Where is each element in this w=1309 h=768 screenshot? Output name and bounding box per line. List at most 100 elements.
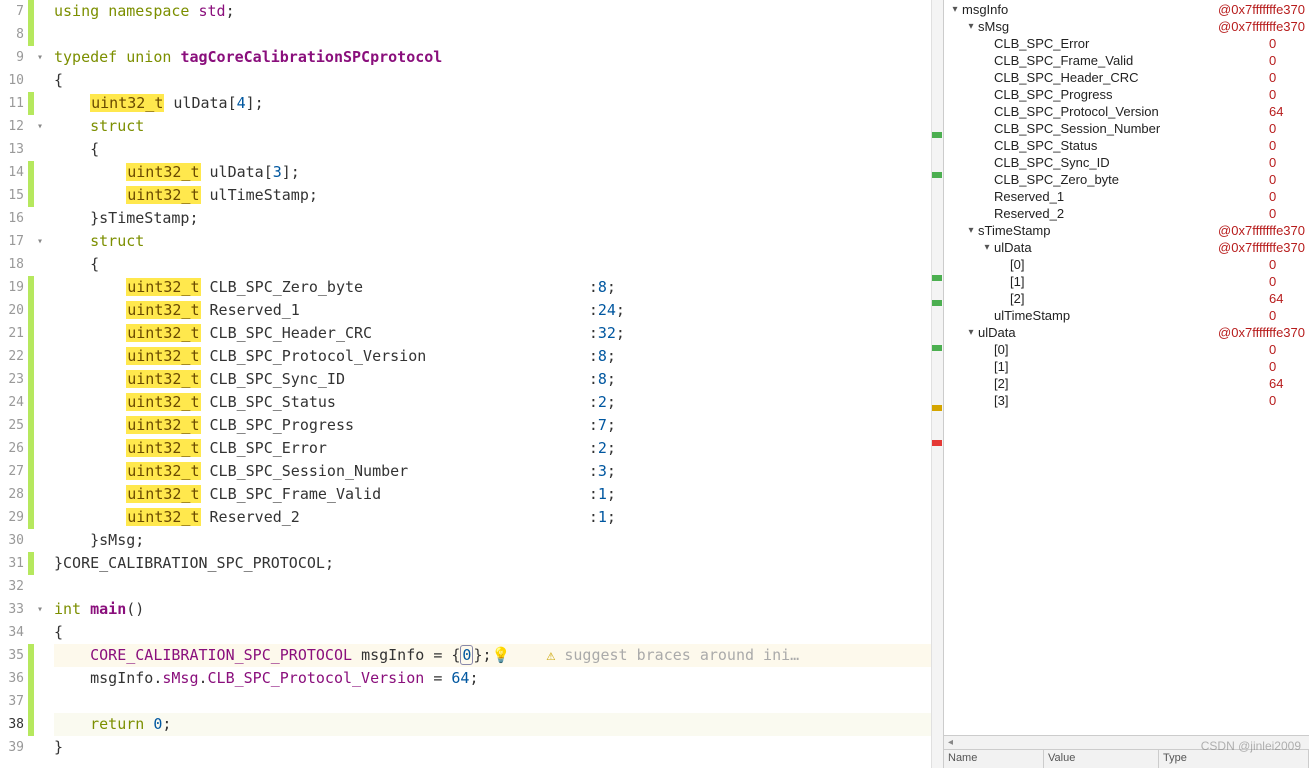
code-editor[interactable]: 789▾101112▾1314151617▾181920212223242526… [0, 0, 944, 768]
tree-expand-icon[interactable]: ▾ [964, 21, 978, 32]
change-marker [28, 575, 34, 598]
marker-strip[interactable] [931, 0, 943, 768]
code-line[interactable]: { [54, 621, 943, 644]
code-line[interactable] [54, 690, 943, 713]
code-line[interactable]: uint32_t Reserved_1 :24; [54, 299, 943, 322]
marker[interactable] [932, 132, 942, 138]
code-line[interactable] [54, 23, 943, 46]
code-line[interactable]: uint32_t Reserved_2 :1; [54, 506, 943, 529]
line-number: 18 [0, 257, 28, 272]
tree-row[interactable]: CLB_SPC_Error0 [944, 35, 1309, 52]
code-line[interactable]: using namespace std; [54, 0, 943, 23]
code-line[interactable]: uint32_t ulData[4]; [54, 92, 943, 115]
code-line[interactable]: int main() [54, 598, 943, 621]
code-line[interactable]: uint32_t CLB_SPC_Header_CRC :32; [54, 322, 943, 345]
tree-value: 0 [1269, 53, 1309, 68]
code-line[interactable]: uint32_t CLB_SPC_Sync_ID :8; [54, 368, 943, 391]
tree-name: [1] [1010, 274, 1269, 289]
tree-row[interactable]: CLB_SPC_Progress0 [944, 86, 1309, 103]
code-line[interactable]: { [54, 69, 943, 92]
tree-row[interactable]: CLB_SPC_Frame_Valid0 [944, 52, 1309, 69]
code-line[interactable]: return 0; [54, 713, 943, 736]
code-line[interactable]: } [54, 736, 943, 759]
marker[interactable] [932, 440, 942, 446]
tree-row[interactable]: [0]0 [944, 341, 1309, 358]
tree-row[interactable]: ▾ulData@0x7fffffffe370 [944, 239, 1309, 256]
tree-row[interactable]: [3]0 [944, 392, 1309, 409]
tree-row[interactable]: [0]0 [944, 256, 1309, 273]
tree-row[interactable]: ▾msgInfo@0x7fffffffe370 [944, 1, 1309, 18]
change-marker [28, 736, 34, 759]
fold-toggle[interactable]: ▾ [34, 121, 46, 132]
code-line[interactable]: uint32_t ulTimeStamp; [54, 184, 943, 207]
code-line[interactable]: struct [54, 230, 943, 253]
fold-toggle[interactable]: ▾ [34, 52, 46, 63]
tree-row[interactable]: Reserved_20 [944, 205, 1309, 222]
tree-row[interactable]: CLB_SPC_Protocol_Version64 [944, 103, 1309, 120]
code-area[interactable]: using namespace std; typedef union tagCor… [46, 0, 943, 768]
line-number: 25 [0, 418, 28, 433]
change-marker [28, 92, 34, 115]
tree-row[interactable]: CLB_SPC_Header_CRC0 [944, 69, 1309, 86]
tree-row[interactable]: ▾sMsg@0x7fffffffe370 [944, 18, 1309, 35]
marker[interactable] [932, 275, 942, 281]
code-line[interactable]: }sTimeStamp; [54, 207, 943, 230]
tree-row[interactable]: [1]0 [944, 273, 1309, 290]
marker[interactable] [932, 300, 942, 306]
line-number: 30 [0, 533, 28, 548]
tree-row[interactable]: [2]64 [944, 375, 1309, 392]
tree-row[interactable]: ▾ulData@0x7fffffffe370 [944, 324, 1309, 341]
code-line[interactable]: struct [54, 115, 943, 138]
line-number: 15 [0, 188, 28, 203]
debug-pane[interactable]: ▾msgInfo@0x7fffffffe370▾sMsg@0x7fffffffe… [944, 0, 1309, 768]
change-marker [28, 552, 34, 575]
code-line[interactable]: uint32_t CLB_SPC_Error :2; [54, 437, 943, 460]
code-line[interactable]: typedef union tagCoreCalibrationSPCproto… [54, 46, 943, 69]
tree-expand-icon[interactable]: ▾ [980, 242, 994, 253]
code-line[interactable]: uint32_t ulData[3]; [54, 161, 943, 184]
tree-row[interactable]: CLB_SPC_Sync_ID0 [944, 154, 1309, 171]
tree-row[interactable]: CLB_SPC_Zero_byte0 [944, 171, 1309, 188]
fold-toggle[interactable]: ▾ [34, 236, 46, 247]
tree-expand-icon[interactable]: ▾ [964, 327, 978, 338]
marker[interactable] [932, 172, 942, 178]
tree-name: CLB_SPC_Protocol_Version [994, 104, 1269, 119]
header-name[interactable]: Name [944, 750, 1044, 768]
code-line[interactable]: uint32_t CLB_SPC_Progress :7; [54, 414, 943, 437]
tree-name: msgInfo [962, 2, 1218, 17]
tree-name: ulTimeStamp [994, 308, 1269, 323]
change-marker [28, 299, 34, 322]
code-line[interactable]: { [54, 253, 943, 276]
marker[interactable] [932, 345, 942, 351]
tree-expand-icon[interactable]: ▾ [964, 225, 978, 236]
code-line[interactable]: CORE_CALIBRATION_SPC_PROTOCOL msgInfo = … [54, 644, 943, 667]
code-line[interactable]: }sMsg; [54, 529, 943, 552]
code-line[interactable]: }CORE_CALIBRATION_SPC_PROTOCOL; [54, 552, 943, 575]
tree-row[interactable]: CLB_SPC_Session_Number0 [944, 120, 1309, 137]
tree-row[interactable]: CLB_SPC_Status0 [944, 137, 1309, 154]
code-line[interactable]: uint32_t CLB_SPC_Protocol_Version :8; [54, 345, 943, 368]
code-line[interactable]: uint32_t CLB_SPC_Frame_Valid :1; [54, 483, 943, 506]
tree-row[interactable]: Reserved_10 [944, 188, 1309, 205]
tree-row[interactable]: ulTimeStamp0 [944, 307, 1309, 324]
tree-row[interactable]: [1]0 [944, 358, 1309, 375]
change-marker [28, 437, 34, 460]
code-line[interactable] [54, 575, 943, 598]
code-line[interactable]: uint32_t CLB_SPC_Session_Number :3; [54, 460, 943, 483]
tree-expand-icon[interactable]: ▾ [948, 4, 962, 15]
code-line[interactable]: msgInfo.sMsg.CLB_SPC_Protocol_Version = … [54, 667, 943, 690]
tree-row[interactable]: [2]64 [944, 290, 1309, 307]
header-value[interactable]: Value [1044, 750, 1159, 768]
line-number: 8 [0, 27, 28, 42]
code-line[interactable]: uint32_t CLB_SPC_Status :2; [54, 391, 943, 414]
variable-tree[interactable]: ▾msgInfo@0x7fffffffe370▾sMsg@0x7fffffffe… [944, 0, 1309, 735]
tree-name: [3] [994, 393, 1269, 408]
code-line[interactable]: uint32_t CLB_SPC_Zero_byte :8; [54, 276, 943, 299]
fold-toggle[interactable]: ▾ [34, 604, 46, 615]
marker[interactable] [932, 405, 942, 411]
line-number: 35 [0, 648, 28, 663]
tree-row[interactable]: ▾sTimeStamp@0x7fffffffe370 [944, 222, 1309, 239]
tree-name: CLB_SPC_Sync_ID [994, 155, 1269, 170]
change-marker [28, 253, 34, 276]
code-line[interactable]: { [54, 138, 943, 161]
